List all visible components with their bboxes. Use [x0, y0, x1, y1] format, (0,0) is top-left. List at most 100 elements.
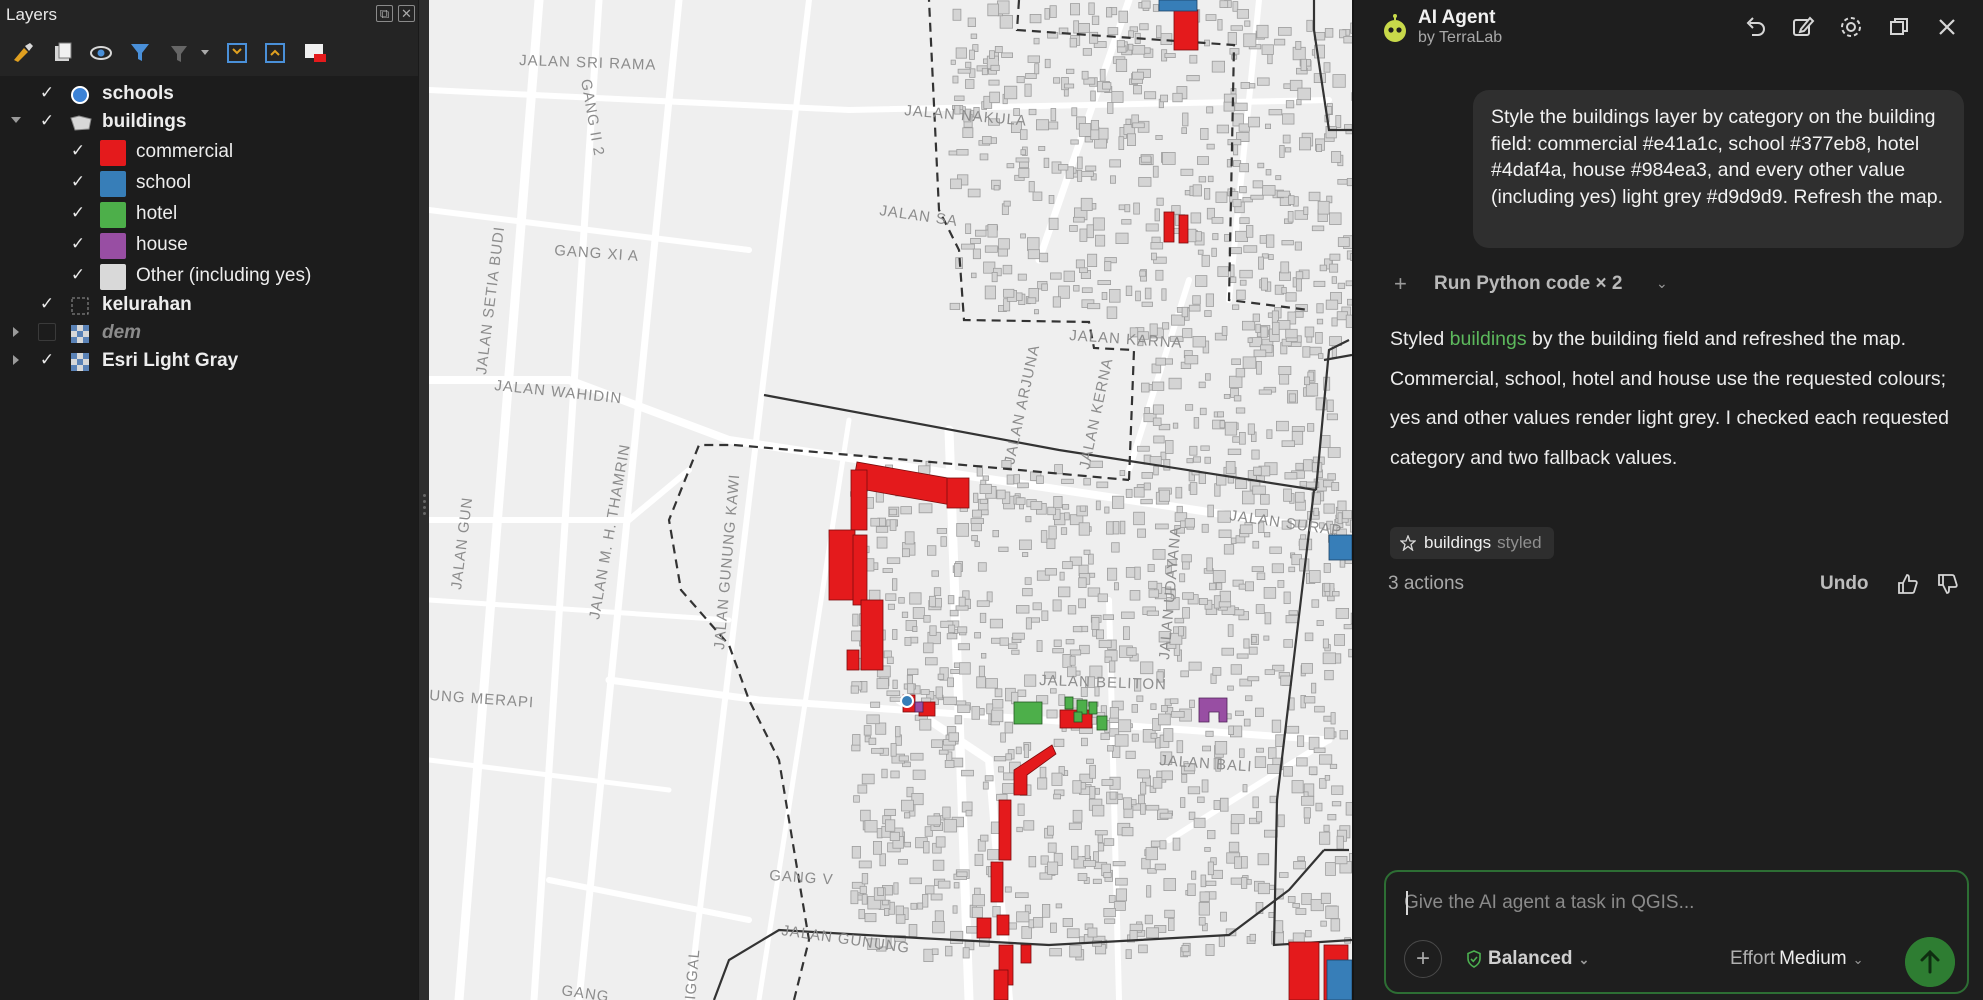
thumbs-down-icon[interactable]: [1936, 572, 1960, 596]
grey-building: [1078, 577, 1087, 588]
collapse-arrow-icon[interactable]: [11, 117, 21, 123]
grey-building: [1211, 247, 1217, 257]
grey-building: [1019, 161, 1029, 169]
undo-button[interactable]: Undo: [1820, 573, 1869, 595]
layer-row-esri-light-gray[interactable]: ✓ Esri Light Gray: [0, 347, 418, 375]
collapse-all-icon[interactable]: [262, 40, 288, 66]
style-manager-icon[interactable]: [10, 40, 36, 66]
category-row-school[interactable]: ✓ school: [0, 169, 418, 197]
pop-out-icon[interactable]: [1886, 14, 1912, 40]
grey-building: [1001, 52, 1013, 58]
category-checkbox[interactable]: ✓: [69, 235, 87, 253]
add-group-icon[interactable]: [50, 40, 76, 66]
category-row-other[interactable]: ✓ Other (including yes): [0, 262, 418, 290]
add-attachment-button[interactable]: +: [1404, 940, 1442, 978]
grey-building: [1072, 780, 1082, 794]
expand-all-icon[interactable]: [224, 40, 250, 66]
grey-building: [1066, 68, 1075, 74]
layer-row-dem[interactable]: dem: [0, 319, 418, 347]
layer-checkbox[interactable]: ✓: [38, 84, 56, 102]
grey-building: [1324, 727, 1335, 740]
category-row-hotel[interactable]: ✓ hotel: [0, 200, 418, 228]
grey-building: [935, 836, 946, 848]
grey-building: [1224, 233, 1230, 242]
effort-selector[interactable]: Effort Medium ⌄: [1730, 948, 1864, 970]
category-row-commercial[interactable]: ✓ commercial: [0, 138, 418, 166]
grey-building: [1172, 422, 1179, 429]
expand-arrow-icon[interactable]: [13, 355, 19, 365]
float-panel-icon[interactable]: ⧉: [376, 5, 393, 22]
grey-building: [1082, 48, 1092, 56]
grey-building: [1070, 139, 1079, 145]
layer-checkbox[interactable]: ✓: [38, 351, 56, 369]
actions-count[interactable]: 3 actions: [1388, 573, 1464, 595]
grey-building: [1106, 306, 1118, 319]
grey-building: [1344, 124, 1352, 130]
grey-building: [984, 285, 997, 300]
grey-building: [1251, 449, 1260, 460]
send-button[interactable]: [1905, 937, 1955, 987]
panel-splitter[interactable]: [418, 0, 429, 1000]
layer-row-buildings[interactable]: ✓ buildings: [0, 108, 418, 136]
grey-building: [1092, 217, 1105, 231]
layer-checkbox[interactable]: ✓: [38, 112, 56, 130]
grey-building: [1027, 237, 1040, 251]
thumbs-up-icon[interactable]: [1896, 572, 1920, 596]
category-checkbox[interactable]: ✓: [69, 142, 87, 160]
layer-row-schools[interactable]: ✓ schools: [0, 80, 418, 108]
grey-building: [1271, 563, 1284, 574]
remove-layer-icon[interactable]: [302, 40, 328, 66]
grey-building: [992, 699, 1004, 709]
grey-building: [1337, 237, 1350, 247]
grey-building: [1015, 892, 1029, 898]
filter-expression-icon[interactable]: [168, 40, 212, 66]
visibility-icon[interactable]: [88, 40, 114, 66]
grey-building: [876, 536, 888, 549]
grey-building: [972, 509, 982, 518]
grey-building: [1284, 147, 1292, 153]
category-checkbox[interactable]: ✓: [69, 173, 87, 191]
grey-building: [1156, 197, 1164, 206]
grey-building: [1325, 905, 1339, 919]
grey-building: [1039, 766, 1047, 779]
grey-building: [850, 890, 859, 905]
close-icon[interactable]: [1934, 14, 1960, 40]
filter-legend-icon[interactable]: [128, 40, 154, 66]
category-checkbox[interactable]: ✓: [69, 266, 87, 284]
grey-building: [1150, 732, 1158, 739]
grey-building: [1024, 577, 1032, 585]
layer-checkbox[interactable]: ✓: [38, 295, 56, 313]
grey-building: [1112, 495, 1125, 509]
expand-arrow-icon[interactable]: [13, 327, 19, 337]
grey-building: [1132, 71, 1144, 80]
grey-building: [1295, 908, 1307, 915]
category-checkbox[interactable]: ✓: [69, 204, 87, 222]
grey-building: [998, 238, 1010, 250]
layer-link[interactable]: buildings: [1450, 328, 1527, 350]
layer-label: kelurahan: [102, 294, 192, 315]
layer-change-chip[interactable]: buildings styled: [1390, 527, 1554, 559]
layer-checkbox[interactable]: [38, 323, 56, 341]
history-back-icon[interactable]: [1742, 14, 1768, 40]
grey-building: [1285, 615, 1300, 624]
category-swatch: [100, 264, 126, 290]
grey-building: [1079, 228, 1088, 242]
grey-building: [1184, 518, 1196, 528]
grey-building: [1151, 252, 1157, 261]
task-input[interactable]: [1404, 888, 1944, 918]
grey-building: [1188, 661, 1202, 671]
grey-building: [1303, 459, 1313, 472]
mode-selector[interactable]: Balanced ⌄: [1466, 948, 1589, 970]
grey-building: [969, 49, 975, 60]
map-canvas[interactable]: JALAN SRI RAMA GANG II 2 JALAN NAKULA JA…: [429, 0, 1352, 1000]
grey-building: [1008, 643, 1018, 650]
grey-building: [1047, 506, 1056, 516]
grey-building: [954, 95, 965, 101]
close-panel-icon[interactable]: ✕: [398, 5, 415, 22]
grey-building: [1214, 483, 1221, 497]
gear-icon[interactable]: [1838, 14, 1864, 40]
grey-building: [1227, 138, 1242, 146]
layer-row-kelurahan[interactable]: ✓ kelurahan: [0, 291, 418, 319]
new-chat-icon[interactable]: [1790, 14, 1816, 40]
category-row-house[interactable]: ✓ house: [0, 231, 418, 259]
